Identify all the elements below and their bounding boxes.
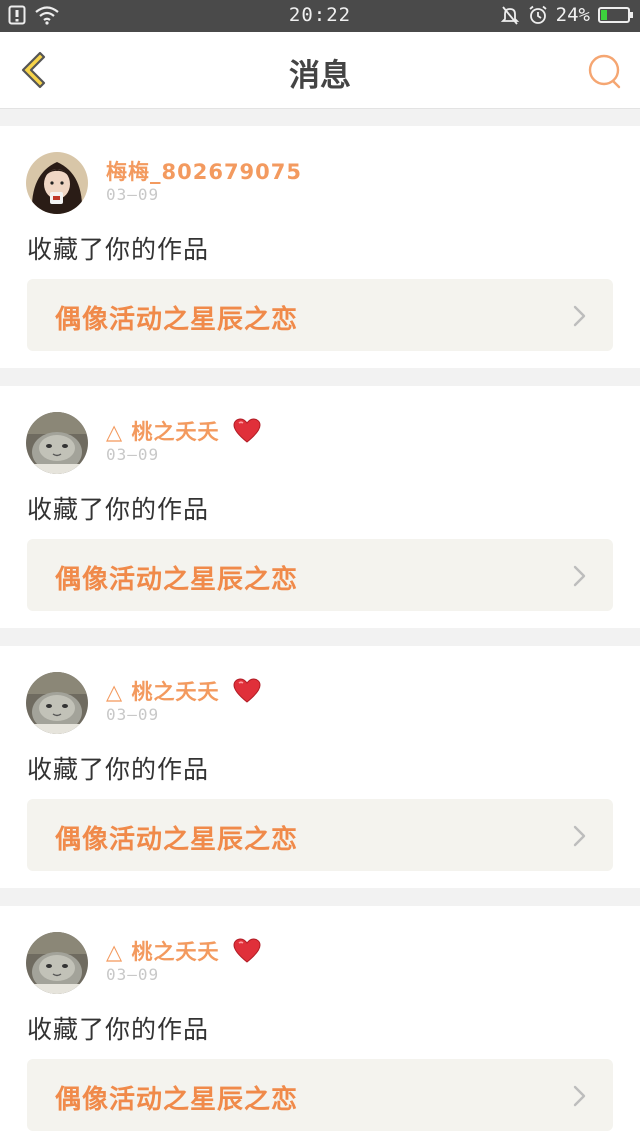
work-link[interactable]: 偶像活动之星辰之恋 bbox=[27, 279, 613, 351]
work-title: 偶像活动之星辰之恋 bbox=[55, 825, 299, 855]
work-link[interactable]: 偶像活动之星辰之恋 bbox=[27, 799, 613, 871]
username[interactable]: △ 桃之夭夭 bbox=[106, 676, 219, 706]
chevron-right-icon bbox=[573, 825, 586, 847]
message-date: 03—09 bbox=[106, 705, 160, 724]
avatar[interactable] bbox=[26, 932, 88, 994]
girl-avatar-image bbox=[26, 152, 88, 214]
chevron-right-icon bbox=[573, 305, 586, 327]
user-row: △ 桃之夭夭 bbox=[106, 416, 261, 446]
mute-bell-icon bbox=[500, 6, 519, 25]
chevron-right-icon bbox=[573, 565, 586, 587]
message-card-4: △ 桃之夭夭 03—09 收藏了你的作品 偶像活动之星辰之恋 bbox=[0, 906, 640, 1148]
avatar[interactable] bbox=[26, 672, 88, 734]
action-text: 收藏了你的作品 bbox=[27, 235, 210, 264]
cat-avatar-image bbox=[26, 672, 88, 734]
user-row: 梅梅_802679075 bbox=[106, 156, 302, 186]
username[interactable]: △ 桃之夭夭 bbox=[106, 416, 219, 446]
message-card-1: 梅梅_802679075 03—09 收藏了你的作品 偶像活动之星辰之恋 bbox=[0, 126, 640, 368]
cat-avatar-image bbox=[26, 932, 88, 994]
username[interactable]: △ 桃之夭夭 bbox=[106, 936, 219, 966]
action-text: 收藏了你的作品 bbox=[27, 1015, 210, 1044]
search-icon[interactable] bbox=[586, 52, 624, 90]
heart-icon bbox=[233, 418, 261, 443]
action-text: 收藏了你的作品 bbox=[27, 495, 210, 524]
cat-avatar-image bbox=[26, 412, 88, 474]
battery-percent: 24% bbox=[555, 4, 590, 26]
work-title: 偶像活动之星辰之恋 bbox=[55, 305, 299, 335]
action-text: 收藏了你的作品 bbox=[27, 755, 210, 784]
status-bar: 20:22 24% bbox=[0, 0, 640, 32]
message-card-2: △ 桃之夭夭 03—09 收藏了你的作品 偶像活动之星辰之恋 bbox=[0, 386, 640, 628]
message-date: 03—09 bbox=[106, 185, 160, 204]
avatar[interactable] bbox=[26, 412, 88, 474]
battery-icon bbox=[598, 7, 633, 23]
status-right-icons: 24% bbox=[500, 4, 633, 26]
heart-icon bbox=[233, 678, 261, 703]
work-title: 偶像活动之星辰之恋 bbox=[55, 565, 299, 595]
work-link[interactable]: 偶像活动之星辰之恋 bbox=[27, 1059, 613, 1131]
battery-fill bbox=[601, 10, 608, 20]
avatar[interactable] bbox=[26, 152, 88, 214]
user-row: △ 桃之夭夭 bbox=[106, 936, 261, 966]
heart-icon bbox=[233, 938, 261, 963]
page-title: 消息 bbox=[289, 58, 351, 94]
message-card-3: △ 桃之夭夭 03—09 收藏了你的作品 偶像活动之星辰之恋 bbox=[0, 646, 640, 888]
user-row: △ 桃之夭夭 bbox=[106, 676, 261, 706]
alarm-icon bbox=[529, 5, 547, 24]
work-link[interactable]: 偶像活动之星辰之恋 bbox=[27, 539, 613, 611]
chevron-right-icon bbox=[573, 1085, 586, 1107]
message-date: 03—09 bbox=[106, 445, 160, 464]
work-title: 偶像活动之星辰之恋 bbox=[55, 1085, 299, 1115]
message-date: 03—09 bbox=[106, 965, 160, 984]
username[interactable]: 梅梅_802679075 bbox=[106, 156, 302, 186]
nav-header: 消息 bbox=[0, 32, 640, 109]
